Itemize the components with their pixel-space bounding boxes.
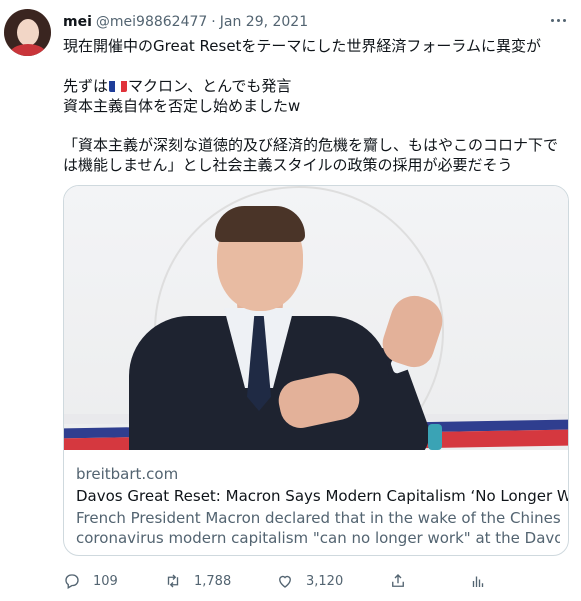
reply-icon (65, 574, 79, 589)
user-name[interactable]: mei (63, 14, 92, 30)
card-title: Davos Great Reset: Macron Says Modern Ca… (76, 487, 569, 505)
card-domain: breitbart.com (76, 465, 179, 483)
card-description-line: French President Macron declared that in… (76, 509, 560, 527)
like-button[interactable]: 3,120 (276, 572, 389, 590)
card-meta: breitbart.com Davos Great Reset: Macron … (76, 464, 569, 548)
tweet-text-line: 先ずは マクロン、とんでも発言 (63, 76, 291, 96)
link-card[interactable]: breitbart.com Davos Great Reset: Macron … (63, 185, 569, 556)
france-flag-icon (109, 79, 128, 92)
retweet-count: 1,788 (194, 573, 232, 589)
share-button[interactable] (389, 572, 469, 590)
action-bar: 109 1,788 3,120 (63, 568, 523, 594)
speaker-figure (129, 206, 449, 450)
tweet: mei @mei98862477 · Jan 29, 2021 現在開催中のGr… (0, 0, 581, 601)
tweet-text-segment: 先ずは (63, 77, 109, 95)
card-image[interactable] (64, 186, 568, 450)
reply-count: 109 (93, 573, 118, 589)
share-icon (392, 574, 404, 587)
tweet-text-segment: マクロン、とんでも発言 (128, 77, 292, 95)
avatar[interactable] (4, 9, 51, 56)
analytics-button[interactable] (469, 572, 499, 590)
tweet-date[interactable]: Jan 29, 2021 (220, 14, 308, 30)
reply-button[interactable]: 109 (63, 572, 164, 590)
tweet-header: mei @mei98862477 · Jan 29, 2021 (63, 12, 308, 32)
analytics-icon (472, 576, 484, 587)
separator-dot: · (211, 14, 216, 30)
tweet-text-line: 「資本主義が深刻な道徳的及び経済的危機を齎し、もはやこのコロナ下で (63, 136, 559, 154)
tweet-text-line: 資本主義自体を否定し始めましたw (63, 97, 301, 115)
user-handle[interactable]: @mei98862477 (96, 14, 207, 30)
retweet-icon (167, 574, 179, 588)
like-count: 3,120 (306, 573, 344, 589)
microphone (428, 424, 442, 450)
tweet-text-line: 現在開催中のGreat Resetをテーマにした世界経済フォーラムに異変が (63, 37, 541, 55)
tweet-text-line: は機能しません」とし社会主義スタイルの政策の採用が必要だそう (63, 156, 513, 174)
retweet-button[interactable]: 1,788 (164, 572, 276, 590)
more-options-icon[interactable] (546, 10, 570, 30)
like-icon (279, 575, 291, 588)
card-description-line: coronavirus modern capitalism "can no lo… (76, 529, 560, 547)
